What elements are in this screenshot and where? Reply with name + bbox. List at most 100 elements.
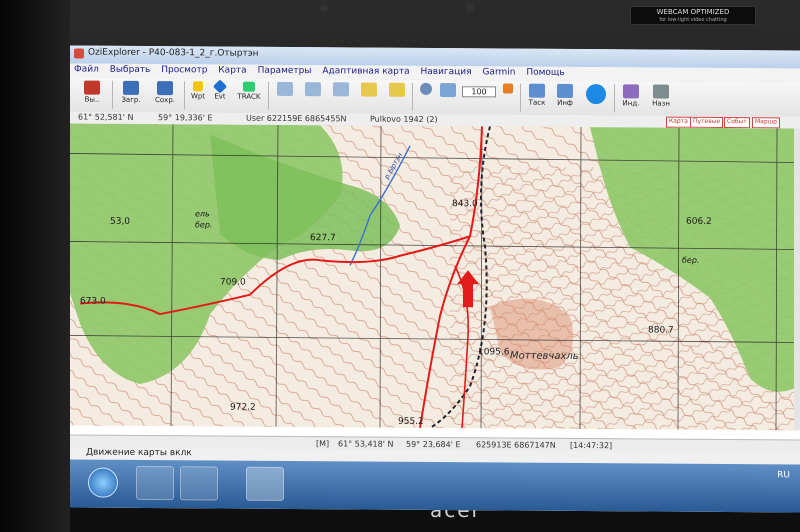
indicator-icon (623, 84, 639, 99)
datum-label: Pulkovo 1942 (2) (370, 114, 438, 125)
status-lon: 59° 23,684' E (406, 439, 461, 450)
ind-label: Инд. (622, 99, 640, 108)
track-icon (243, 81, 255, 92)
webcam-sub: for low-light video chatting (659, 17, 727, 23)
tray-language[interactable]: RU (777, 470, 790, 480)
show-icon (277, 81, 293, 97)
status-grid: 625913E 6867147N (476, 440, 556, 450)
task-button[interactable]: Таск (524, 83, 550, 113)
task-icon (529, 83, 545, 98)
evt-button[interactable]: Evt (210, 79, 230, 110)
toolbar-separator (520, 83, 521, 112)
save-icon (157, 81, 173, 96)
start-button[interactable] (88, 467, 118, 498)
ind-button[interactable]: Инд. (618, 83, 644, 113)
app-icon (74, 48, 84, 59)
status-lat: 61° 53,418' N (338, 439, 394, 449)
camera-dot (466, 4, 474, 12)
exit-icon (84, 80, 100, 95)
map-window-button[interactable] (438, 82, 458, 112)
forest-label: бер. (195, 220, 212, 229)
toolbar-separator (268, 81, 269, 110)
toolbar-separator (614, 84, 615, 113)
cursor-lat: 61° 52,581' N (78, 112, 134, 122)
show-icon (361, 82, 377, 97)
screen: OziExplorer - P40-083-1_2_г.Отыртэн Файл… (70, 45, 800, 513)
menu-file[interactable]: Файл (70, 63, 103, 74)
status-time: [14:47:32] (570, 440, 613, 451)
info-label: Инф (557, 98, 573, 107)
tab-events[interactable]: Событ (724, 117, 750, 129)
tab-map[interactable]: Карта (666, 116, 691, 128)
track-button[interactable]: TRACK (232, 81, 266, 111)
elevation-label: 627.7 (310, 233, 336, 243)
show-icon (333, 82, 349, 97)
vertical-scrollbar[interactable] (794, 128, 800, 431)
exit-label: Вы.. (84, 95, 100, 104)
waypoint-icon (193, 81, 203, 92)
message-text: Движение карты вклк (86, 447, 192, 459)
forest-label: ель (195, 209, 210, 218)
elevation-label: 53,0 (110, 217, 130, 227)
elevation-label: 955.2 (398, 417, 424, 427)
menu-garmin[interactable]: Garmin (478, 66, 519, 77)
peak-name-label: Моттевчахль (510, 351, 579, 362)
webcam-title: WEBCAM OPTIMIZED (656, 8, 730, 16)
show-route-button[interactable] (328, 81, 354, 111)
show-icon (389, 82, 405, 97)
status-mode: [M] (316, 439, 330, 449)
menu-map[interactable]: Карта (214, 64, 250, 75)
menu-view[interactable]: Просмотр (157, 64, 211, 75)
nav-button[interactable]: Назн (648, 83, 674, 113)
show-events-button[interactable] (384, 82, 410, 112)
wpt-button[interactable]: Wpt (188, 80, 208, 110)
menu-settings[interactable]: Параметры (254, 65, 316, 76)
show-wpt-button[interactable] (300, 81, 326, 111)
load-button[interactable]: Загр. (116, 80, 146, 110)
menu-adaptive-map[interactable]: Адаптивная карта (318, 65, 413, 77)
toolbar-separator (412, 82, 413, 111)
user-grid: User 622159E 6865455N (246, 113, 347, 124)
info-icon (557, 83, 573, 98)
topo-map[interactable]: 53,0 673.0 709.0 627.7 843.0 972.2 1095.… (70, 123, 794, 431)
camera-dot (320, 4, 328, 12)
taskbar-ie-button[interactable] (136, 465, 174, 501)
show-map-button[interactable] (272, 81, 298, 111)
window-icon (440, 83, 456, 98)
show-track-button[interactable] (356, 81, 382, 111)
save-label: Сохр. (155, 96, 175, 105)
zoom-level-value: 100 (462, 86, 496, 98)
task-label: Таск (528, 98, 546, 107)
menu-help[interactable]: Помощь (522, 67, 568, 78)
elevation-label: 880.7 (648, 325, 674, 335)
zoom-button[interactable] (416, 82, 436, 112)
bezel-left-shadow (0, 0, 70, 532)
tab-waypoints[interactable]: Путевые (690, 116, 724, 129)
exit-button[interactable]: Вы.. (76, 79, 108, 109)
elevation-label: 972.2 (230, 403, 256, 413)
zoom-level-select[interactable]: 100 (462, 82, 496, 112)
taskbar-media-button[interactable] (180, 466, 218, 501)
destination-icon (653, 84, 669, 99)
pan-tool-button[interactable] (498, 82, 518, 112)
pan-icon (503, 83, 513, 94)
nav-label: Назн (652, 99, 670, 108)
elevation-label: 709.0 (220, 277, 246, 287)
menu-navigation[interactable]: Навигация (417, 66, 476, 77)
cursor-lon: 59° 19,336' E (158, 113, 213, 123)
elevation-label: 673.0 (80, 297, 106, 307)
window-title: OziExplorer - P40-083-1_2_г.Отыртэн (88, 47, 259, 59)
load-icon (123, 80, 139, 95)
show-icon (305, 82, 321, 97)
menu-select[interactable]: Выбрать (106, 64, 155, 75)
save-button[interactable]: Сохр. (150, 80, 180, 110)
taskbar-ozi-button[interactable] (246, 466, 284, 501)
taskbar: RU (70, 459, 800, 513)
toolbar-separator (112, 80, 113, 109)
tab-routes[interactable]: Маршр (752, 117, 780, 129)
info-button[interactable]: Инф (552, 83, 578, 113)
load-label: Загр. (121, 95, 141, 104)
event-icon (212, 79, 228, 94)
move-arrows-button[interactable] (582, 83, 610, 113)
elevation-label: 606.2 (686, 217, 712, 227)
